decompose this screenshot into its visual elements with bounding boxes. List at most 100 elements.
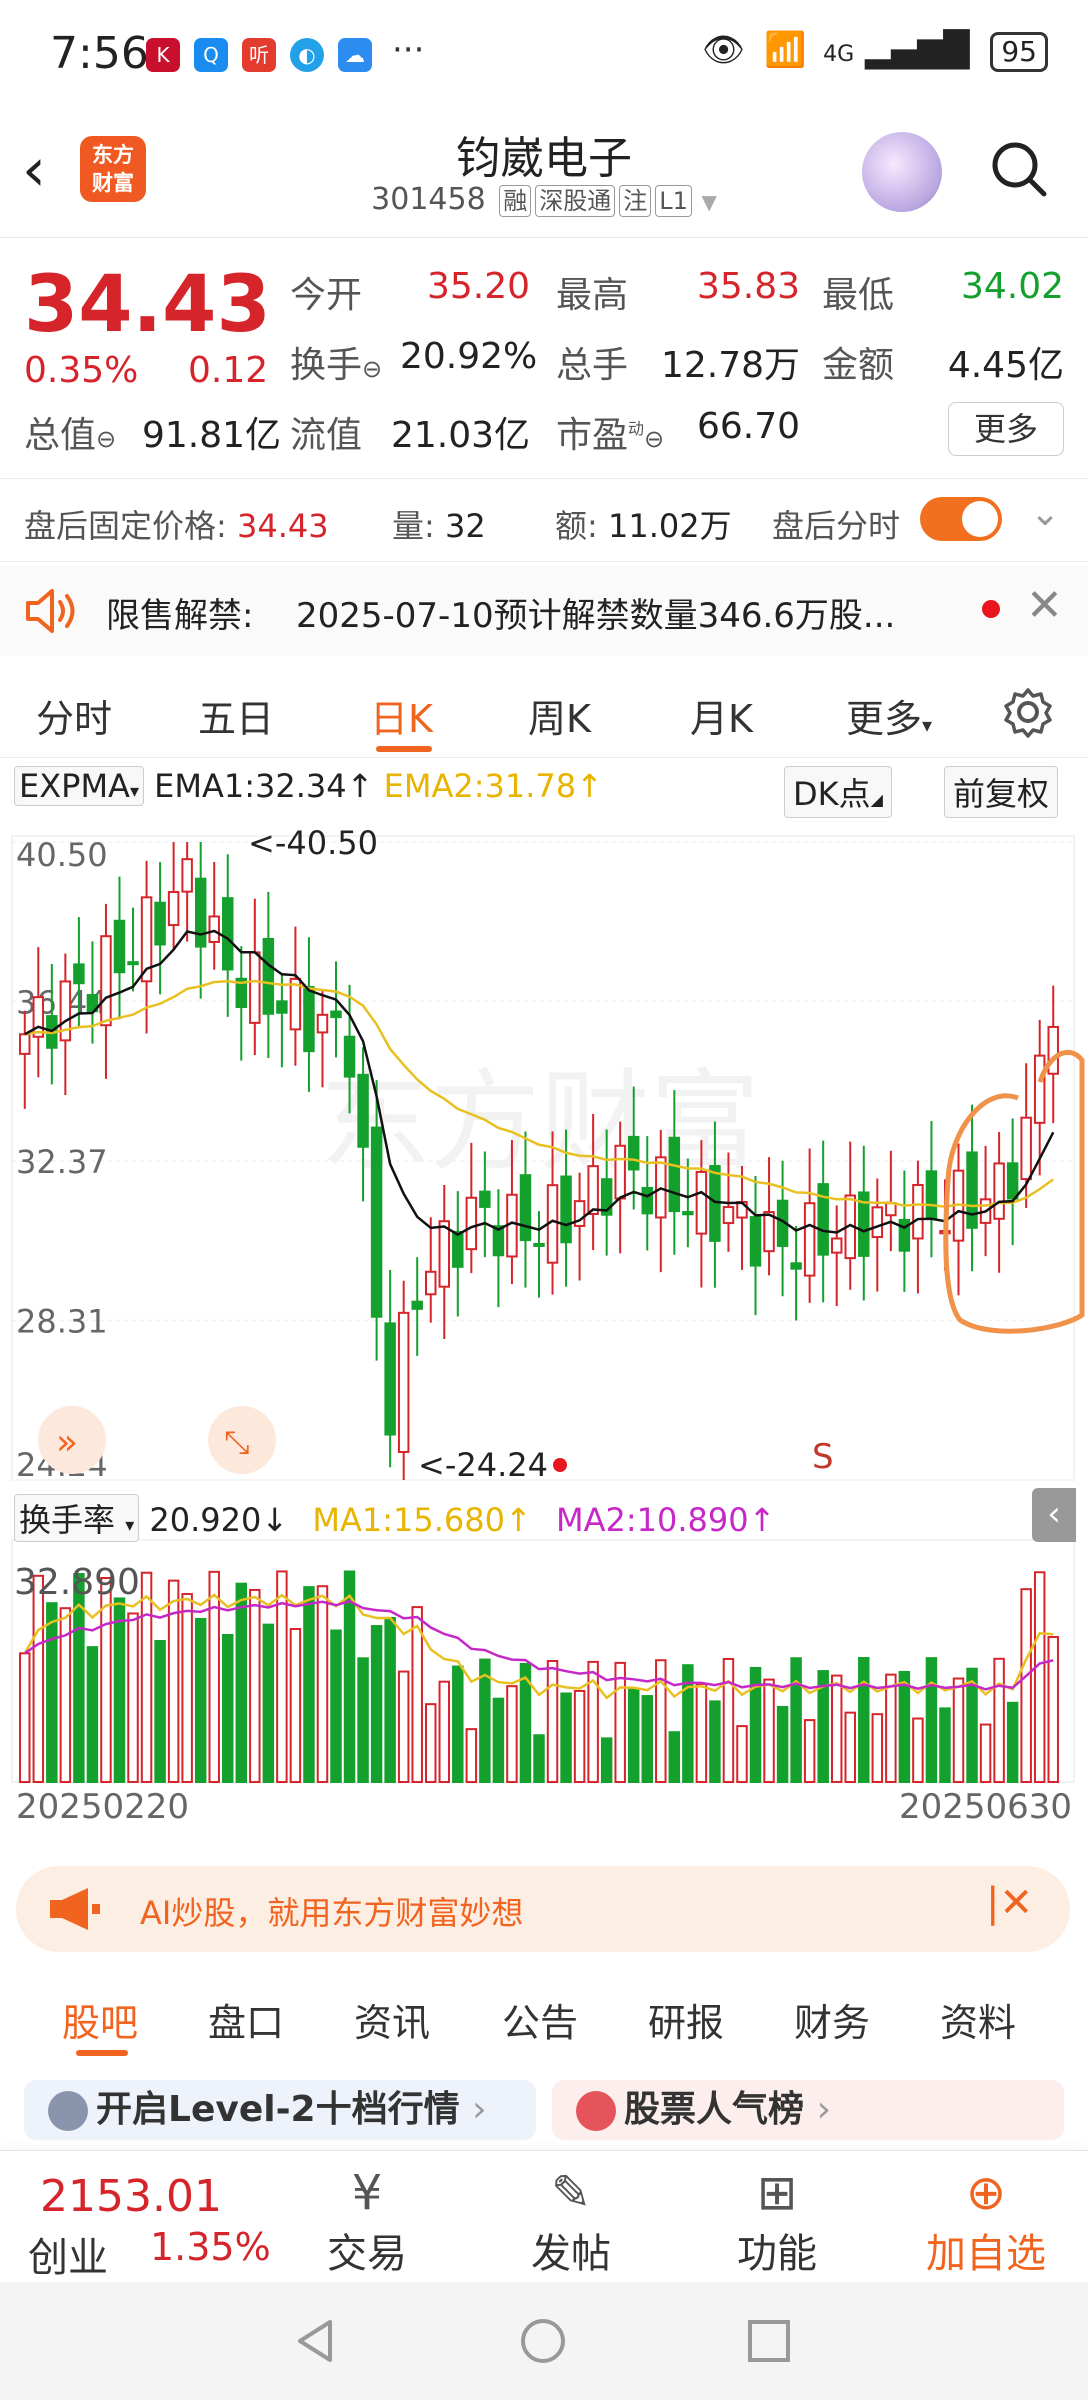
candle-body	[479, 1190, 491, 1208]
volume-bar	[113, 1597, 126, 1783]
network-icon: 4G	[823, 42, 855, 67]
announcement-title: 限售解禁:	[106, 596, 254, 636]
nav-trade[interactable]: ¥ 交易	[302, 2165, 432, 2279]
tab-monthly-k[interactable]: 月K	[690, 688, 753, 743]
tab-more[interactable]: 更多▾	[846, 688, 932, 743]
subtab-news[interactable]: 资讯	[354, 1992, 430, 2047]
megaphone-icon	[50, 1888, 100, 1930]
pe-value: 66.70	[696, 406, 800, 447]
after-hours-toggle[interactable]	[920, 497, 1002, 541]
subtab-announcements[interactable]: 公告	[502, 1992, 578, 2047]
volume-bar	[46, 1602, 58, 1783]
tab-intraday[interactable]: 分时	[36, 688, 112, 743]
index-name[interactable]: 创业	[28, 2225, 108, 2283]
volume-bar	[993, 1657, 1005, 1783]
volume-bar	[871, 1713, 884, 1783]
candle	[452, 1191, 464, 1317]
index-value[interactable]: 2153.01	[40, 2171, 222, 2222]
ema2-label: EMA2:31.78↑	[383, 767, 603, 805]
nav-features[interactable]: ⊞ 功能	[712, 2165, 842, 2279]
index-change[interactable]: 1.35%	[150, 2225, 271, 2269]
candle	[898, 1170, 911, 1292]
nav-recents-icon[interactable]	[744, 2316, 794, 2366]
collapse-panel-icon[interactable]: ‹	[1032, 1488, 1076, 1542]
candle-body	[763, 1211, 775, 1253]
candle-body	[181, 858, 193, 893]
nav-home-icon[interactable]	[518, 2316, 568, 2366]
volume-bar	[465, 1728, 478, 1783]
search-app-icon: Q	[194, 38, 228, 72]
browser-app-icon: ◐	[290, 38, 324, 72]
tab-weekly-k[interactable]: 周K	[528, 688, 591, 743]
popularity-card[interactable]: 股票人气榜 ›	[552, 2080, 1064, 2140]
candle-body	[303, 986, 315, 1053]
tag-margin: 融	[499, 185, 532, 217]
announcement-bar[interactable]: 限售解禁: 2025-07-10预计解禁数量346.6万股... ✕	[0, 566, 1088, 656]
unread-dot	[982, 600, 1000, 618]
level2-card[interactable]: 开启Level-2十档行情 ›	[24, 2080, 536, 2140]
tab-five-day[interactable]: 五日	[198, 688, 274, 743]
volume-bar	[668, 1731, 681, 1783]
candle-body	[695, 1170, 708, 1235]
ai-banner[interactable]: AI炒股，就用东方财富妙想 |✕	[16, 1866, 1070, 1952]
search-icon[interactable]	[990, 140, 1048, 198]
volume-label: 总手	[556, 345, 629, 386]
volume-bar	[235, 1582, 248, 1784]
y-tick-label: 32.37	[16, 1143, 108, 1181]
volume-bar	[1033, 1571, 1046, 1784]
subtab-forum[interactable]: 股吧	[62, 1992, 138, 2047]
status-bar: 7:56 K Q 听 ◐ ☁ ··· 👁 📶 4G ▂▄▆█ 95	[0, 0, 1088, 110]
close-banner-icon[interactable]: |✕	[986, 1880, 1033, 1926]
battery-icon: 95	[990, 32, 1048, 72]
candle	[749, 1176, 762, 1316]
volume-bar	[709, 1700, 721, 1783]
speaker-icon	[26, 589, 75, 633]
volume-bar	[506, 1685, 518, 1783]
ema1-label: EMA1:32.34↑	[154, 767, 374, 805]
settings-gear-icon[interactable]	[1002, 686, 1054, 738]
tab-daily-k[interactable]: 日K	[370, 688, 433, 743]
volume-max-label: 32.890	[14, 1562, 140, 1603]
fullscreen-icon[interactable]: ⤡	[208, 1406, 276, 1474]
subtab-profile[interactable]: 资料	[940, 1992, 1016, 2047]
subtab-financials[interactable]: 财务	[794, 1992, 870, 2047]
after-hours-price: 盘后固定价格: 34.43	[24, 507, 329, 545]
subtab-orderbook[interactable]: 盘口	[208, 1992, 284, 2047]
candle	[32, 947, 45, 1078]
candle-body	[425, 1270, 437, 1296]
volume-bar	[384, 1616, 396, 1783]
listen-app-icon: 听	[242, 38, 276, 72]
dk-point-button[interactable]: DK点◢	[784, 766, 892, 818]
volume-indicator-selector[interactable]: 换手率 ▾	[14, 1494, 140, 1542]
nav-add-watchlist[interactable]: ⊕ 加自选	[906, 2165, 1066, 2279]
close-icon[interactable]: ✕	[1026, 580, 1063, 631]
expand-left-icon[interactable]: »	[38, 1406, 106, 1474]
candle-body	[749, 1216, 762, 1267]
nav-post[interactable]: ✎ 发帖	[506, 2165, 636, 2279]
current-price: 34.43	[24, 260, 271, 350]
candle-body	[452, 1230, 464, 1268]
low-value: 34.02	[960, 266, 1064, 307]
indicator-selector[interactable]: EXPMA▾	[14, 766, 144, 806]
volume-bar	[533, 1734, 545, 1783]
candle	[262, 891, 275, 1059]
subtab-research[interactable]: 研报	[648, 1992, 724, 2047]
nav-back-icon[interactable]	[290, 2316, 340, 2366]
adjust-button[interactable]: 前复权	[944, 766, 1059, 818]
volume-bar	[19, 1652, 31, 1783]
ai-assistant-avatar[interactable]	[862, 132, 942, 212]
system-icons: 👁 📶 4G ▂▄▆█ 95	[702, 30, 1048, 72]
volume-bar	[303, 1586, 315, 1783]
candle	[127, 907, 139, 992]
more-button[interactable]: 更多	[948, 402, 1064, 456]
volume-bar	[830, 1674, 843, 1783]
volume-bar	[262, 1623, 275, 1783]
expand-chevron-icon[interactable]: ⌄	[1030, 493, 1060, 534]
volume-bar	[979, 1723, 992, 1783]
candle	[303, 937, 315, 1092]
amount-value: 4.45亿	[947, 345, 1064, 386]
sell-signal-marker: S	[812, 1437, 834, 1477]
candle	[492, 1189, 505, 1308]
weather-app-icon: ☁	[338, 38, 372, 72]
kline-chart[interactable]: 东方财富 40.5036.4432.3728.3124.24 <-40.50 <…	[0, 820, 1088, 1830]
